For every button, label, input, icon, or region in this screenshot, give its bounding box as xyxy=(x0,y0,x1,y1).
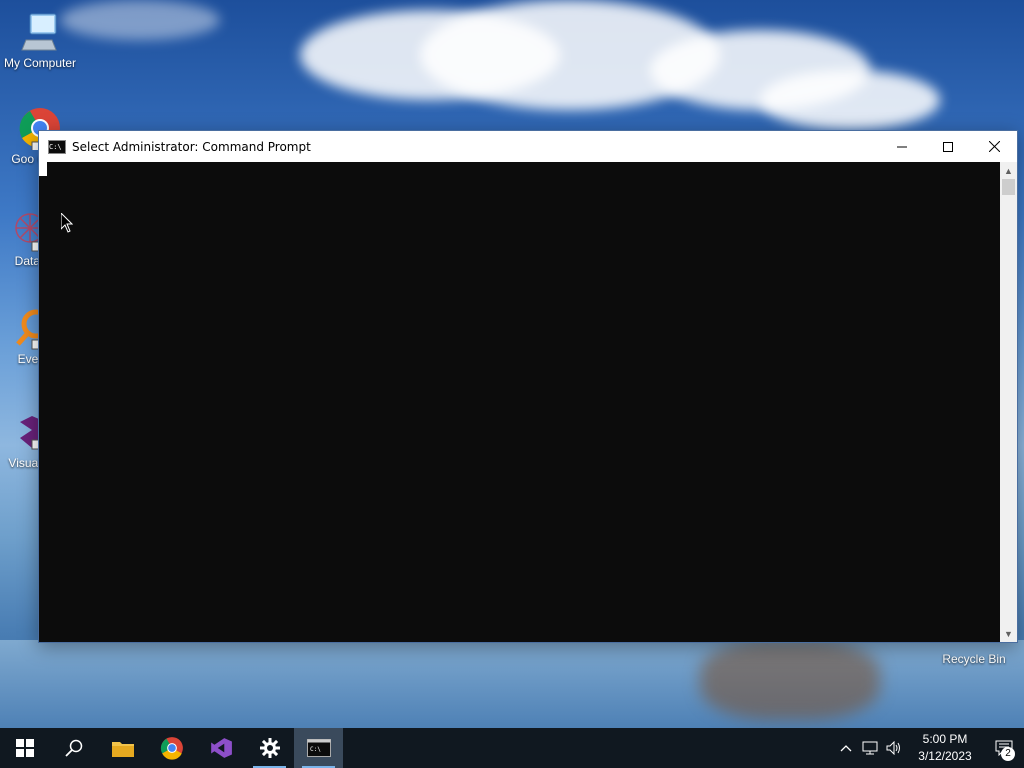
mouse-pointer-icon xyxy=(60,211,74,238)
window-titlebar[interactable]: C:\ Select Administrator: Command Prompt xyxy=(39,131,1017,162)
window-title: Select Administrator: Command Prompt xyxy=(72,139,311,154)
maximize-button[interactable] xyxy=(925,131,971,162)
cmd-icon: C:\ xyxy=(306,739,331,757)
chevron-up-icon xyxy=(840,745,852,752)
system-tray: 5:00 PM 3/12/2023 2 xyxy=(834,728,1024,768)
visual-studio-icon xyxy=(210,738,232,758)
scroll-down-arrow[interactable]: ▼ xyxy=(1000,625,1017,642)
folder-icon xyxy=(111,742,134,757)
taskbar-visual-studio[interactable] xyxy=(196,728,245,768)
taskbar: C:\ 5:00 PM 3/12/2023 2 xyxy=(0,728,1024,768)
scroll-thumb[interactable] xyxy=(1002,179,1015,195)
computer-icon xyxy=(18,10,62,54)
network-button[interactable] xyxy=(858,728,882,768)
windows-start-icon xyxy=(15,739,34,757)
minimize-button[interactable] xyxy=(879,131,925,162)
scroll-up-arrow[interactable]: ▲ xyxy=(1000,162,1017,179)
console-output[interactable] xyxy=(39,162,1000,642)
show-hidden-icons-button[interactable] xyxy=(834,728,858,768)
chrome-icon xyxy=(160,737,183,760)
maximize-icon xyxy=(943,141,953,152)
clock-date: 3/12/2023 xyxy=(918,749,972,763)
notification-count-badge: 2 xyxy=(1001,747,1015,761)
taskbar-settings[interactable] xyxy=(245,728,294,768)
vertical-scrollbar[interactable]: ▲ ▼ xyxy=(1000,162,1017,642)
desktop-icon-label: Recycle Bin xyxy=(942,652,1006,666)
taskbar-command-prompt[interactable]: C:\ xyxy=(294,728,343,768)
start-button[interactable] xyxy=(0,728,49,768)
desktop-icon-my-computer[interactable]: My Computer xyxy=(0,10,80,70)
action-center-button[interactable]: 2 xyxy=(984,728,1024,768)
search-button[interactable] xyxy=(49,728,98,768)
close-icon xyxy=(988,141,1000,152)
desktop-icon-label: My Computer xyxy=(3,56,77,70)
clock-time: 5:00 PM xyxy=(922,732,968,746)
volume-button[interactable] xyxy=(882,728,906,768)
search-icon xyxy=(64,739,82,757)
taskbar-file-explorer[interactable] xyxy=(98,728,147,768)
cmd-icon: C:\ xyxy=(48,139,66,154)
network-icon xyxy=(862,741,878,755)
taskbar-clock[interactable]: 5:00 PM 3/12/2023 xyxy=(910,731,980,765)
minimize-icon xyxy=(897,146,907,147)
selection-cursor xyxy=(39,162,47,176)
volume-icon xyxy=(886,741,900,755)
taskbar-chrome[interactable] xyxy=(147,728,196,768)
gear-icon xyxy=(259,738,280,758)
command-prompt-window[interactable]: C:\ Select Administrator: Command Prompt… xyxy=(38,130,1018,643)
close-button[interactable] xyxy=(971,131,1017,162)
svg-text:C:\: C:\ xyxy=(310,746,321,753)
